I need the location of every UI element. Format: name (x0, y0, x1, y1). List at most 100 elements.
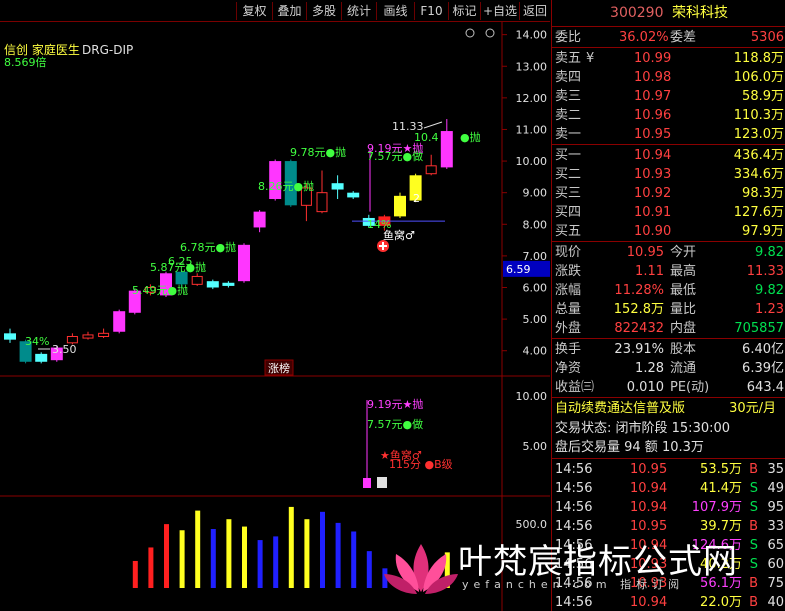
watermark: 叶梵宸指标公式网 yefanchen.com 指标订阅 (380, 530, 785, 611)
ask-label: 卖二 (555, 108, 582, 123)
annotation-a5: 5.87元●抛 (150, 260, 206, 274)
bid-row[interactable]: 买一 10.94 436.4万 (552, 146, 785, 165)
tick-price: 10.94 (630, 481, 668, 496)
candle-body[interactable] (98, 332, 110, 337)
stats-value: 1.28 (635, 361, 664, 376)
volume-bar (257, 540, 263, 588)
toolbar-button-2[interactable]: 多股 (306, 2, 341, 20)
candle-body[interactable] (238, 244, 250, 282)
annotation-a7: 34% (25, 335, 49, 348)
settings-gear-icon[interactable] (465, 28, 475, 38)
volume-bar (304, 519, 310, 588)
bid-volume: 127.6万 (733, 205, 784, 220)
toolbar-button-3[interactable]: 统计 (341, 2, 376, 20)
bid-row[interactable]: 买二 10.93 334.6万 (552, 165, 785, 184)
candle-body[interactable] (394, 195, 406, 217)
candle-body[interactable] (347, 192, 360, 198)
stock-header: 300290 荣科科技 (552, 0, 785, 26)
ask-row[interactable]: 卖二 10.96 110.3万 (552, 106, 785, 125)
panel-divider (552, 26, 785, 27)
candle-body[interactable] (35, 353, 48, 362)
annotation-a16: 2 (413, 192, 420, 205)
ask-price: 10.96 (634, 108, 672, 123)
candle-body[interactable] (66, 335, 78, 344)
zhangbang-label: 涨榜 (268, 361, 290, 375)
toolbar-button-6[interactable]: 标记 (448, 2, 480, 20)
bid-label: 买四 (555, 205, 582, 220)
ask-mark: ¥ (586, 51, 595, 66)
price-axis-label: 6.00 (523, 282, 548, 295)
volume-bar (132, 560, 138, 588)
quote-label: 现价 (555, 245, 582, 260)
volume-bar (335, 522, 341, 588)
toolbar-button-5[interactable]: F10 (414, 2, 448, 20)
candle-body[interactable] (82, 334, 94, 339)
bid-label: 买一 (555, 148, 582, 163)
candle-body[interactable] (222, 282, 235, 286)
stats-row: 净资 1.28 流通 6.39亿 (552, 359, 785, 378)
volume-bar (366, 551, 372, 588)
tick-volume: 107.9万 (691, 500, 742, 515)
toolbar-button-8[interactable]: 返回 (519, 2, 550, 20)
stats-label: 收益㈢ (555, 380, 595, 395)
candle-body[interactable] (425, 165, 437, 175)
candle-body[interactable] (191, 275, 203, 285)
tick-price: 10.95 (630, 462, 668, 477)
weicha-label: 委差 (670, 30, 697, 45)
panel-divider (552, 338, 785, 339)
volume-bar (148, 547, 154, 588)
bid-price: 10.91 (634, 205, 672, 220)
toolbar-button-4[interactable]: 画线 (376, 2, 414, 20)
bid-row[interactable]: 买三 10.92 98.3万 (552, 184, 785, 203)
quote-label-2: 量比 (670, 302, 697, 317)
bid-row[interactable]: 买四 10.91 127.6万 (552, 203, 785, 222)
ask-row[interactable]: 卖四 10.98 106.0万 (552, 68, 785, 87)
candle-body[interactable] (206, 281, 219, 288)
bid-price: 10.92 (634, 186, 672, 201)
stats-label: 净资 (555, 361, 582, 376)
stats-row: 换手 23.91% 股本 6.40亿 (552, 340, 785, 359)
quote-label-2: 最高 (670, 264, 697, 279)
annotation-a8: 3.50 (52, 343, 77, 356)
tick-time: 14:56 (555, 500, 593, 515)
indicator-annotation-b1: 9.19元★抛 (367, 397, 423, 411)
settings-gear-icon[interactable] (485, 28, 495, 38)
toolbar-button-0[interactable]: 复权 (236, 2, 272, 20)
candle-body[interactable] (253, 211, 266, 228)
annotation-a13: ●抛 (460, 130, 481, 144)
annotation-a1: 9.78元●抛 (290, 145, 346, 159)
volume-bar (226, 519, 232, 588)
promo-row[interactable]: 自动续费通达信普及版 30元/月 (552, 399, 785, 418)
tick-side: S (749, 500, 758, 515)
tick-row: 14:56 10.94 41.4万 S 49 (552, 479, 785, 498)
candle-body[interactable] (316, 192, 328, 213)
panel-divider (552, 241, 785, 242)
candle-body[interactable] (440, 131, 453, 168)
quote-label-2: 最低 (670, 283, 697, 298)
toolbar-button-1[interactable]: 叠加 (272, 2, 306, 20)
ask-label: 卖三 (555, 89, 582, 104)
ask-row[interactable]: 卖一 10.95 123.0万 (552, 125, 785, 144)
panel-divider (552, 144, 785, 145)
annotation-a3: 6.78元●抛 (180, 240, 236, 254)
stats-row: 收益㈢ 0.010 PE(动) 643.4 (552, 378, 785, 397)
candle-body[interactable] (4, 333, 16, 340)
ask-volume: 118.8万 (733, 51, 784, 66)
chart-canvas[interactable]: 14.0013.0012.0011.0010.009.008.007.006.0… (0, 22, 550, 611)
toolbar-button-7[interactable]: +自选 (480, 2, 519, 20)
ask-row[interactable]: 卖三 10.97 58.9万 (552, 87, 785, 106)
candle-body[interactable] (331, 183, 344, 190)
indicator-name: DRG-DIP (82, 43, 133, 57)
quote-label-2: 今开 (670, 245, 697, 260)
tick-volume: 53.5万 (700, 462, 742, 477)
quote-row: 外盘 822432 内盘 705857 (552, 319, 785, 338)
tick-count: 49 (767, 481, 784, 496)
trade-status: 交易状态: 闭市阶段 15:30:00 (555, 421, 731, 436)
stock-code: 300290 (610, 5, 664, 21)
kline-chart[interactable]: 14.00 13.00 12.00 11.00 10.00 9.00 8.00 7.00 6.0… (0, 22, 550, 611)
lotus-logo-icon (384, 544, 458, 594)
candle-body[interactable] (113, 311, 126, 332)
indicator-bar (363, 478, 371, 488)
ask-row[interactable]: 卖五 ¥10.99 118.8万 (552, 49, 785, 68)
bid-row[interactable]: 买五 10.90 97.9万 (552, 222, 785, 241)
